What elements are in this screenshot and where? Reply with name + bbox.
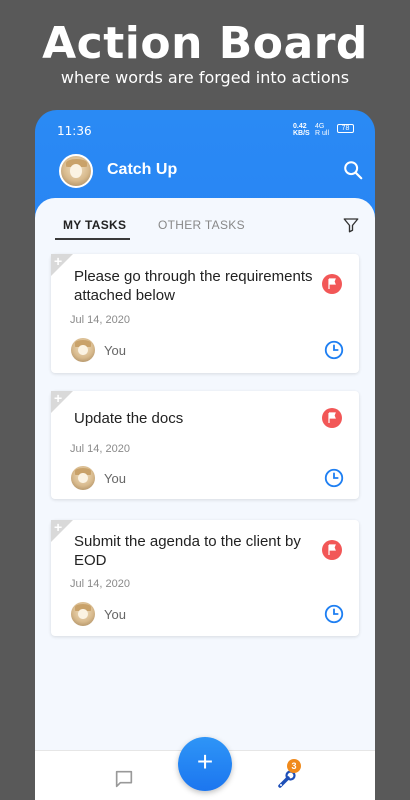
task-title: Submit the agenda to the client by EOD <box>74 533 301 569</box>
plus-icon: + <box>54 519 63 535</box>
task-title: Update the docs <box>74 410 184 427</box>
bottom-nav: + 3 <box>35 737 375 800</box>
assignee-name: You <box>104 607 126 622</box>
assignee-name: You <box>104 471 126 486</box>
assignee-name: You <box>104 343 126 358</box>
add-task-button[interactable]: + <box>178 737 232 791</box>
battery-icon: 78 <box>337 124 354 133</box>
task-date: Jul 14, 2020 <box>70 578 130 590</box>
tab-my-tasks[interactable]: MY TASKS <box>63 218 126 232</box>
flag-icon[interactable] <box>322 540 342 560</box>
assignee-avatar <box>71 338 95 362</box>
tab-indicator <box>55 238 130 240</box>
task-card[interactable]: + Please go through the requirements att… <box>51 253 359 373</box>
notification-badge: 3 <box>287 759 301 773</box>
tab-other-tasks[interactable]: OTHER TASKS <box>158 218 245 232</box>
plus-icon: + <box>196 746 214 777</box>
chat-icon[interactable] <box>113 768 135 790</box>
app-bar: Catch Up <box>35 144 375 200</box>
filter-icon[interactable] <box>342 216 360 234</box>
search-icon[interactable] <box>342 159 364 181</box>
plus-icon: + <box>54 253 63 269</box>
status-time: 11:36 <box>57 124 92 138</box>
task-card[interactable]: + Submit the agenda to the client by EOD… <box>51 519 359 636</box>
task-card[interactable]: + Update the docs Jul 14, 2020 You <box>51 390 359 499</box>
task-date: Jul 14, 2020 <box>70 443 130 455</box>
task-title: Please go through the requirements attac… <box>74 268 313 304</box>
clock-icon[interactable] <box>323 603 345 625</box>
plus-icon: + <box>54 390 63 406</box>
task-panel: MY TASKS OTHER TASKS + Please go through… <box>35 198 375 758</box>
app-title: Catch Up <box>107 161 178 178</box>
assignee-avatar <box>71 466 95 490</box>
clock-icon[interactable] <box>323 339 345 361</box>
signal-icon: 4G R ull <box>315 123 330 137</box>
promo-subtitle: where words are forged into actions <box>60 68 350 87</box>
promo-title: Action Board <box>42 18 368 69</box>
user-avatar[interactable] <box>59 154 93 188</box>
status-bar: 11:36 0.42 KB/S 4G R ull 78 <box>35 110 375 144</box>
assignee-avatar <box>71 602 95 626</box>
flag-icon[interactable] <box>322 274 342 294</box>
task-tabs: MY TASKS OTHER TASKS <box>35 198 375 248</box>
clock-icon[interactable] <box>323 467 345 489</box>
network-speed: 0.42 KB/S <box>293 123 310 137</box>
phone-frame: 11:36 0.42 KB/S 4G R ull 78 Catch Up MY … <box>35 110 375 800</box>
task-date: Jul 14, 2020 <box>70 314 130 326</box>
flag-icon[interactable] <box>322 408 342 428</box>
